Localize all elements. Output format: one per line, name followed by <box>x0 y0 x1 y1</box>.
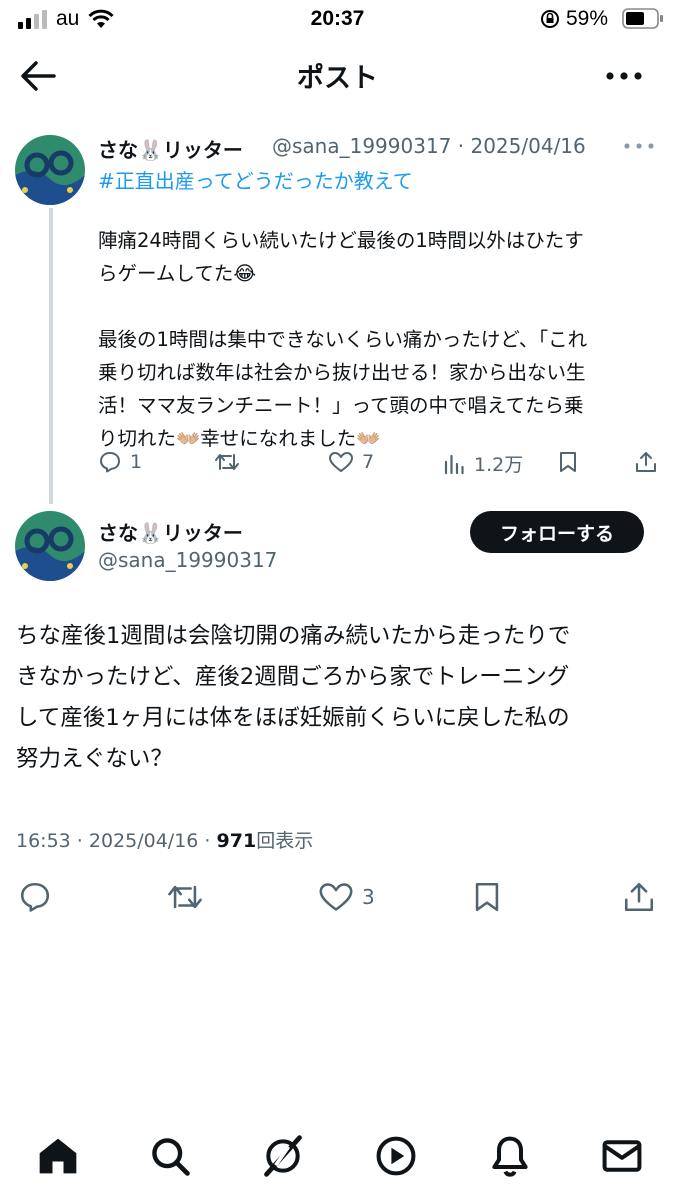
main-post-meta: 16:53 · 2025/04/16 · 971回表示 <box>16 826 313 853</box>
main-share-button[interactable] <box>622 880 656 918</box>
main-post-display-name[interactable]: さな🐰リッター <box>98 517 243 546</box>
nav-home[interactable] <box>36 1134 80 1182</box>
bookmark-button[interactable] <box>556 450 580 478</box>
reply-icon <box>20 882 50 912</box>
avatar <box>15 135 85 205</box>
nav-grok[interactable] <box>261 1134 305 1182</box>
main-post-timestamp: 16:53 · 2025/04/16 · <box>16 830 211 852</box>
main-like-count: 3 <box>362 885 375 909</box>
main-bookmark-button[interactable] <box>470 880 504 918</box>
reply-count: 1 <box>130 451 143 473</box>
retweet-button[interactable] <box>214 450 240 474</box>
retweet-icon <box>215 454 239 470</box>
more-icon <box>606 72 642 80</box>
reply-icon <box>100 452 120 473</box>
main-like-button[interactable]: 3 <box>318 880 375 914</box>
nav-notifications[interactable] <box>488 1134 532 1182</box>
hashtag-link[interactable]: #正直出産ってどうだったか教えて <box>98 165 413 194</box>
messages-icon <box>602 1140 642 1172</box>
nav-search[interactable] <box>148 1134 192 1182</box>
grok-icon <box>264 1135 302 1177</box>
like-icon <box>329 452 353 472</box>
more-icon <box>624 143 654 149</box>
share-icon <box>624 882 654 912</box>
like-count: 7 <box>362 451 375 473</box>
nav-video[interactable] <box>374 1134 418 1182</box>
bottom-nav <box>0 1120 675 1200</box>
main-retweet-button[interactable] <box>166 880 204 918</box>
parent-post-display-name[interactable]: さな🐰リッター <box>98 134 243 163</box>
parent-post-date[interactable]: 2025/04/16 <box>470 134 585 158</box>
home-icon <box>39 1138 77 1174</box>
share-icon <box>636 452 656 472</box>
notifications-icon <box>492 1136 528 1177</box>
nav-messages[interactable] <box>600 1134 644 1182</box>
main-post-handle[interactable]: @sana_19990317 <box>98 548 277 572</box>
more-button[interactable] <box>604 66 644 86</box>
retweet-icon <box>168 885 202 909</box>
follow-button[interactable]: フォローする <box>470 511 644 553</box>
video-icon <box>376 1136 416 1176</box>
like-icon <box>319 883 353 911</box>
main-post-view-suffix: 回表示 <box>256 830 314 852</box>
main-reply-button[interactable] <box>18 880 52 918</box>
status-bar: au 20:37 59% <box>0 0 675 40</box>
thread-line <box>49 208 53 504</box>
parent-post-avatar[interactable] <box>15 135 85 205</box>
parent-post-more-button[interactable] <box>622 138 656 157</box>
parent-post-meta: @sana_19990317 · 2025/04/16 <box>272 134 586 158</box>
like-button[interactable]: 7 <box>328 450 374 474</box>
views-button[interactable]: 1.2万 <box>442 450 523 477</box>
parent-post-body: 陣痛24時間くらい続いたけど最後の1時間以外はひたす らゲームしてた😂 最後の1… <box>98 229 588 450</box>
bookmark-icon <box>475 882 499 912</box>
main-post-avatar[interactable] <box>15 511 85 581</box>
main-post-body: ちな産後1週間は会陰切開の痛み続いたから走ったりで きなかったけど、産後2週間ご… <box>16 623 571 772</box>
share-button[interactable] <box>634 450 658 478</box>
views-icon <box>444 454 464 474</box>
main-post-view-count: 971 <box>216 830 257 852</box>
search-icon <box>152 1138 190 1176</box>
battery-percent: 59% <box>566 7 609 30</box>
view-count: 1.2万 <box>474 454 524 476</box>
page-title: ポスト <box>297 63 378 94</box>
rotation-lock-icon <box>541 10 559 28</box>
battery-icon <box>622 8 663 29</box>
reply-button[interactable]: 1 <box>98 450 142 474</box>
meta-separator: · <box>457 134 465 158</box>
parent-post-handle[interactable]: @sana_19990317 <box>272 134 451 158</box>
bookmark-icon <box>560 452 576 472</box>
avatar <box>15 511 85 581</box>
